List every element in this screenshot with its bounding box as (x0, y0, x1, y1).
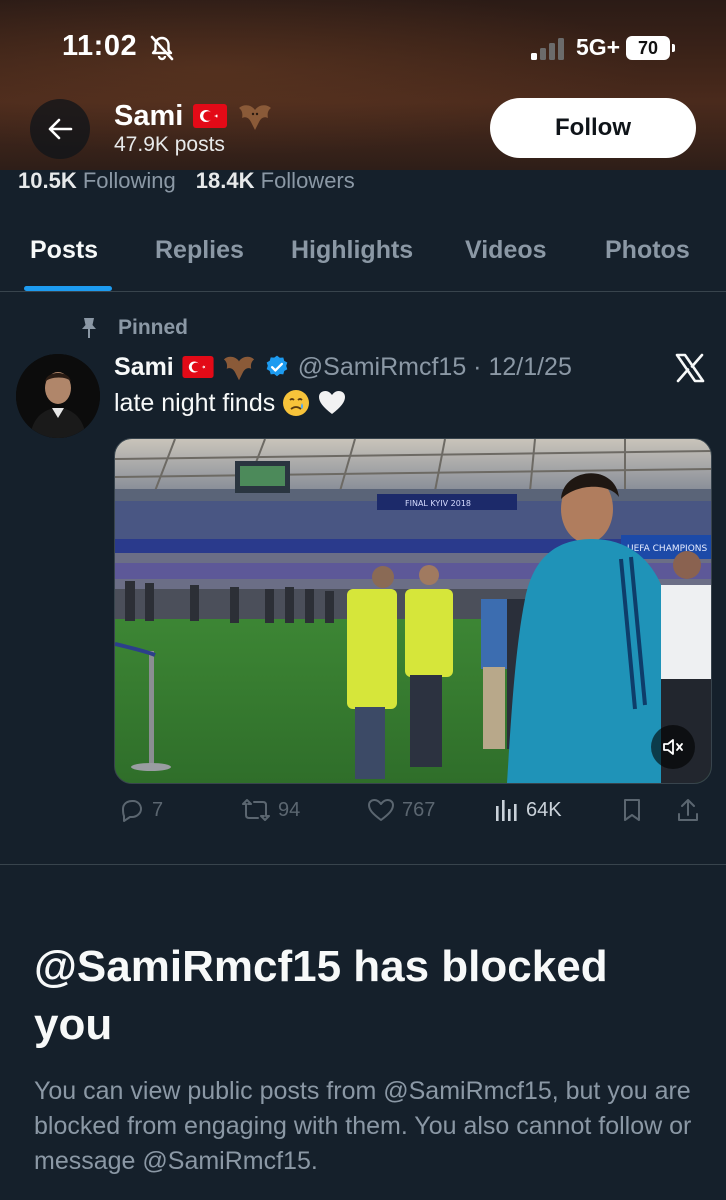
blocked-description: You can view public posts from @SamiRmcf… (34, 1077, 692, 1175)
reply-icon (122, 800, 142, 822)
blocked-title: @SamiRmcf15 has blocked you (34, 942, 608, 1049)
signage-ucl: UEFA CHAMPIONS LEAG (627, 544, 711, 554)
crying-face-emoji-icon (283, 390, 310, 416)
post-header: Sami @SamiRmcf15 · 12/1/25 (114, 350, 572, 384)
post-text: late night finds (114, 388, 347, 418)
share-icon (678, 799, 698, 821)
following-label: Following (82, 168, 176, 193)
x-logo-icon (675, 353, 705, 383)
bookmark-icon (624, 799, 640, 821)
post-actions: 7 94 767 64K (114, 796, 710, 832)
pinned-label: Pinned (118, 316, 189, 339)
views-count: 64K (526, 798, 562, 821)
back-arrow-icon (48, 118, 73, 140)
section-divider (0, 864, 726, 865)
tab-photos[interactable]: Photos (605, 236, 690, 265)
like-icon (368, 799, 394, 821)
post-text-content: late night finds (114, 388, 276, 417)
mute-button[interactable] (651, 725, 695, 769)
turkey-flag-icon (193, 104, 228, 128)
views-button[interactable]: 64K (492, 796, 562, 824)
avatar[interactable] (16, 354, 100, 438)
repost-button[interactable]: 94 (240, 796, 300, 824)
stadium-video-frame: FINAL KYIV 2018 UEFA CHAMPIONS LEAG (115, 439, 711, 783)
bat-emoji-icon (223, 356, 254, 381)
follow-stats: 10.5K Following 18.4K Followers (18, 168, 355, 194)
following-link[interactable]: 10.5K Following (18, 168, 176, 194)
battery-level: 70 (637, 38, 659, 58)
white-heart-icon (319, 391, 346, 414)
profile-name: Sami (114, 98, 273, 134)
tab-posts[interactable]: Posts (30, 236, 98, 265)
reply-count: 7 (152, 798, 164, 821)
mute-icon (663, 739, 683, 755)
network-label: 5G+ (576, 34, 621, 60)
tab-replies[interactable]: Replies (155, 236, 244, 265)
repost-count: 94 (278, 798, 301, 821)
tabs-divider (0, 291, 726, 292)
share-button[interactable] (674, 796, 702, 824)
bell-slash-icon (150, 35, 174, 61)
bat-emoji-icon (239, 105, 272, 130)
signal-icon (531, 38, 564, 60)
repost-icon (242, 799, 270, 821)
tab-highlights[interactable]: Highlights (291, 236, 413, 265)
followers-label: Followers (260, 168, 355, 193)
profile-tabs: Posts Replies Highlights Videos Photos (0, 226, 726, 292)
pinned-indicator: Pinned (80, 316, 188, 340)
profile-name-text: Sami (114, 99, 184, 132)
tab-videos[interactable]: Videos (465, 236, 547, 265)
post-handle-date: @SamiRmcf15 · 12/1/25 (297, 352, 572, 381)
posts-count: 47.9K posts (114, 133, 225, 156)
views-icon (496, 800, 517, 821)
like-button[interactable]: 767 (366, 796, 435, 824)
signage-final-kyiv: FINAL KYIV 2018 (405, 499, 471, 508)
followers-link[interactable]: 18.4K Followers (196, 168, 355, 194)
followers-count: 18.4K (195, 168, 255, 193)
pin-icon (82, 318, 96, 338)
bookmark-button[interactable] (618, 796, 646, 824)
following-count: 10.5K (18, 168, 77, 193)
battery-indicator: 70 (626, 36, 676, 60)
back-button[interactable] (30, 99, 90, 159)
status-time: 11:02 (62, 30, 138, 62)
post-video[interactable]: FINAL KYIV 2018 UEFA CHAMPIONS LEAG (114, 438, 712, 784)
post-author-name[interactable]: Sami (114, 353, 174, 382)
verified-icon (266, 355, 288, 377)
follow-button[interactable]: Follow (490, 98, 696, 158)
like-count: 767 (402, 798, 436, 821)
turkey-flag-icon (182, 356, 214, 378)
reply-button[interactable]: 7 (118, 796, 163, 824)
